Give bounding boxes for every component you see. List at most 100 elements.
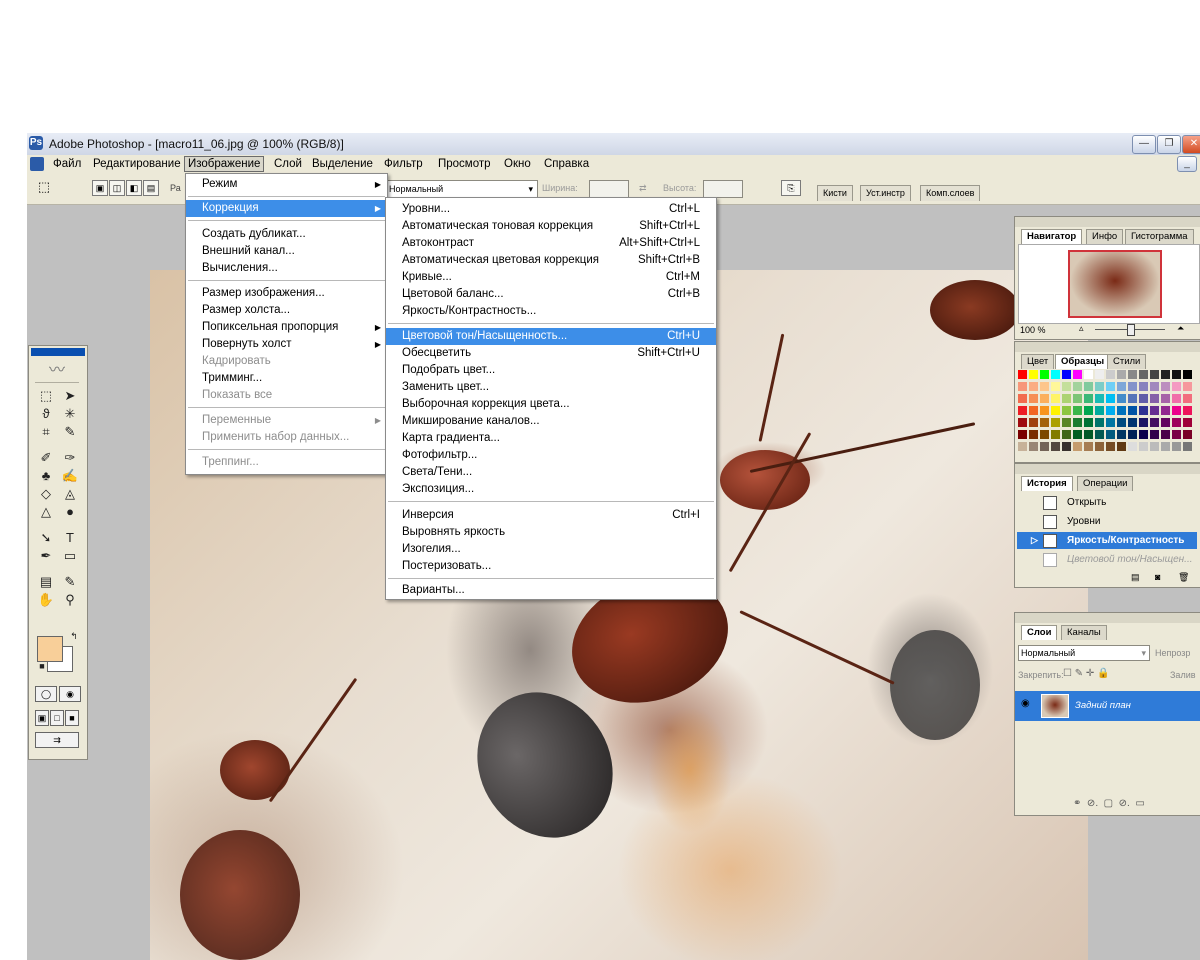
color-swatch[interactable] bbox=[1128, 382, 1137, 391]
menu-select[interactable]: Выделение bbox=[309, 157, 376, 171]
menu-item-auto-contrast[interactable]: Автоконтраст Alt+Shift+Ctrl+L bbox=[386, 235, 716, 252]
menu-layer[interactable]: Слой bbox=[271, 157, 305, 171]
color-swatch[interactable] bbox=[1040, 430, 1049, 439]
color-swatch[interactable] bbox=[1139, 418, 1148, 427]
tab-brushes[interactable]: Кисти bbox=[817, 185, 853, 201]
tab-actions[interactable]: Операции bbox=[1077, 476, 1134, 491]
menu-image[interactable]: Изображение bbox=[184, 156, 265, 172]
color-swatch[interactable] bbox=[1139, 430, 1148, 439]
default-colors-icon[interactable]: ■ bbox=[31, 658, 53, 674]
color-swatch[interactable] bbox=[1172, 406, 1181, 415]
color-swatch[interactable] bbox=[1040, 442, 1049, 451]
color-swatch[interactable] bbox=[1161, 382, 1170, 391]
slice-tool-icon[interactable]: ✎ bbox=[59, 424, 81, 440]
tab-color[interactable]: Цвет bbox=[1021, 354, 1055, 369]
history-item-selected[interactable]: ▷ Яркость/Контрастность bbox=[1017, 532, 1197, 549]
menu-file[interactable]: Файл bbox=[50, 157, 84, 171]
menu-item-posterize[interactable]: Постеризовать... bbox=[386, 558, 716, 575]
eyedropper-tool-icon[interactable]: ✎ bbox=[59, 574, 81, 590]
menu-item-hue-saturation[interactable]: Цветовой тон/Насыщенность... Ctrl+U bbox=[386, 328, 716, 345]
screen-mode-menu-button[interactable]: □ bbox=[50, 710, 64, 726]
menu-item-image-size[interactable]: Размер изображения... bbox=[186, 285, 387, 302]
color-swatch[interactable] bbox=[1150, 406, 1159, 415]
menu-item-exposure[interactable]: Экспозиция... bbox=[386, 481, 716, 498]
color-swatch[interactable] bbox=[1062, 382, 1071, 391]
menu-item-rotate-canvas[interactable]: Повернуть холст ▶ bbox=[186, 336, 387, 353]
menu-item-duplicate[interactable]: Создать дубликат... bbox=[186, 226, 387, 243]
menu-item-variations[interactable]: Варианты... bbox=[386, 582, 716, 599]
color-swatch[interactable] bbox=[1029, 370, 1038, 379]
standard-mode-button[interactable]: ◯ bbox=[35, 686, 57, 702]
color-swatch[interactable] bbox=[1073, 430, 1082, 439]
navigator-thumbnail[interactable] bbox=[1068, 250, 1162, 318]
color-swatch[interactable] bbox=[1128, 370, 1137, 379]
color-swatch[interactable] bbox=[1084, 406, 1093, 415]
color-swatch[interactable] bbox=[1018, 382, 1027, 391]
color-swatch[interactable] bbox=[1106, 418, 1115, 427]
color-swatch[interactable] bbox=[1018, 394, 1027, 403]
color-swatch[interactable] bbox=[1106, 442, 1115, 451]
color-swatch[interactable] bbox=[1073, 370, 1082, 379]
tab-swatches[interactable]: Образцы bbox=[1055, 354, 1111, 369]
color-swatch[interactable] bbox=[1029, 406, 1038, 415]
color-swatch[interactable] bbox=[1062, 394, 1071, 403]
color-swatch[interactable] bbox=[1183, 406, 1192, 415]
color-swatch[interactable] bbox=[1117, 370, 1126, 379]
color-swatch[interactable] bbox=[1172, 418, 1181, 427]
swap-colors-icon[interactable]: ↰ bbox=[63, 628, 85, 644]
color-swatch[interactable] bbox=[1051, 442, 1060, 451]
color-swatch[interactable] bbox=[1084, 418, 1093, 427]
color-swatch[interactable] bbox=[1128, 418, 1137, 427]
new-document-from-state-icon[interactable]: ▤ bbox=[1131, 572, 1140, 583]
layer-name[interactable]: Задний план bbox=[1075, 700, 1131, 711]
doc-minimize-button[interactable]: _ bbox=[1177, 156, 1197, 172]
layer-buttons-icons[interactable]: ⚭ ⊘. ▢ ⊘. ▭ bbox=[1073, 798, 1145, 809]
quick-mask-button[interactable]: ◉ bbox=[59, 686, 81, 702]
lock-icons[interactable]: ☐ ✎ ✛ 🔒 bbox=[1063, 668, 1110, 679]
color-swatch[interactable] bbox=[1117, 430, 1126, 439]
trash-icon[interactable]: 🗑 bbox=[1178, 572, 1189, 583]
color-swatch[interactable] bbox=[1051, 394, 1060, 403]
menu-item-crop[interactable]: Кадрировать bbox=[186, 353, 387, 370]
menu-item-adjustments[interactable]: Коррекция ▶ bbox=[186, 200, 387, 217]
color-swatch[interactable] bbox=[1161, 406, 1170, 415]
tab-layer-comps[interactable]: Комп.слоев bbox=[920, 185, 981, 201]
history-item[interactable]: Уровни bbox=[1017, 513, 1197, 530]
menu-filter[interactable]: Фильтр bbox=[381, 157, 426, 171]
color-swatch[interactable] bbox=[1095, 370, 1104, 379]
history-item[interactable]: Цветовой тон/Насыщен... bbox=[1017, 551, 1197, 568]
history-brush-tool-icon[interactable]: ✍ bbox=[59, 468, 81, 484]
zoom-out-icon[interactable]: ▵ bbox=[1079, 323, 1084, 334]
color-swatch[interactable] bbox=[1062, 418, 1071, 427]
color-swatch[interactable] bbox=[1106, 406, 1115, 415]
tab-history[interactable]: История bbox=[1021, 476, 1073, 491]
menu-item-canvas-size[interactable]: Размер холста... bbox=[186, 302, 387, 319]
color-swatch[interactable] bbox=[1051, 418, 1060, 427]
color-swatch[interactable] bbox=[1106, 370, 1115, 379]
color-swatch[interactable] bbox=[1139, 370, 1148, 379]
width-input[interactable] bbox=[589, 180, 629, 198]
photoshop-app-icon[interactable]: Ps bbox=[29, 136, 43, 150]
color-swatch[interactable] bbox=[1040, 394, 1049, 403]
restore-button[interactable]: ❐ bbox=[1157, 135, 1181, 154]
magic-wand-tool-icon[interactable]: ✳ bbox=[59, 406, 81, 422]
color-swatch[interactable] bbox=[1117, 418, 1126, 427]
color-swatch[interactable] bbox=[1139, 442, 1148, 451]
marquee-preset-icon[interactable]: ⬚ bbox=[37, 180, 51, 194]
menu-item-channel-mixer[interactable]: Микширование каналов... bbox=[386, 413, 716, 430]
color-swatch[interactable] bbox=[1117, 394, 1126, 403]
menu-item-photo-filter[interactable]: Фотофильтр... bbox=[386, 447, 716, 464]
color-swatch[interactable] bbox=[1084, 394, 1093, 403]
color-swatch[interactable] bbox=[1018, 406, 1027, 415]
brush-tool-icon[interactable]: ✑ bbox=[59, 450, 81, 466]
color-swatch[interactable] bbox=[1128, 442, 1137, 451]
jump-to-imageready-button[interactable]: ⇉ bbox=[35, 732, 79, 748]
healing-brush-tool-icon[interactable]: ✐ bbox=[35, 450, 57, 466]
menu-item-calculations[interactable]: Вычисления... bbox=[186, 260, 387, 277]
color-swatch[interactable] bbox=[1106, 430, 1115, 439]
color-swatch[interactable] bbox=[1117, 406, 1126, 415]
color-swatch[interactable] bbox=[1150, 430, 1159, 439]
color-swatch[interactable] bbox=[1018, 370, 1027, 379]
menu-item-apply-image[interactable]: Внешний канал... bbox=[186, 243, 387, 260]
color-swatch[interactable] bbox=[1172, 370, 1181, 379]
